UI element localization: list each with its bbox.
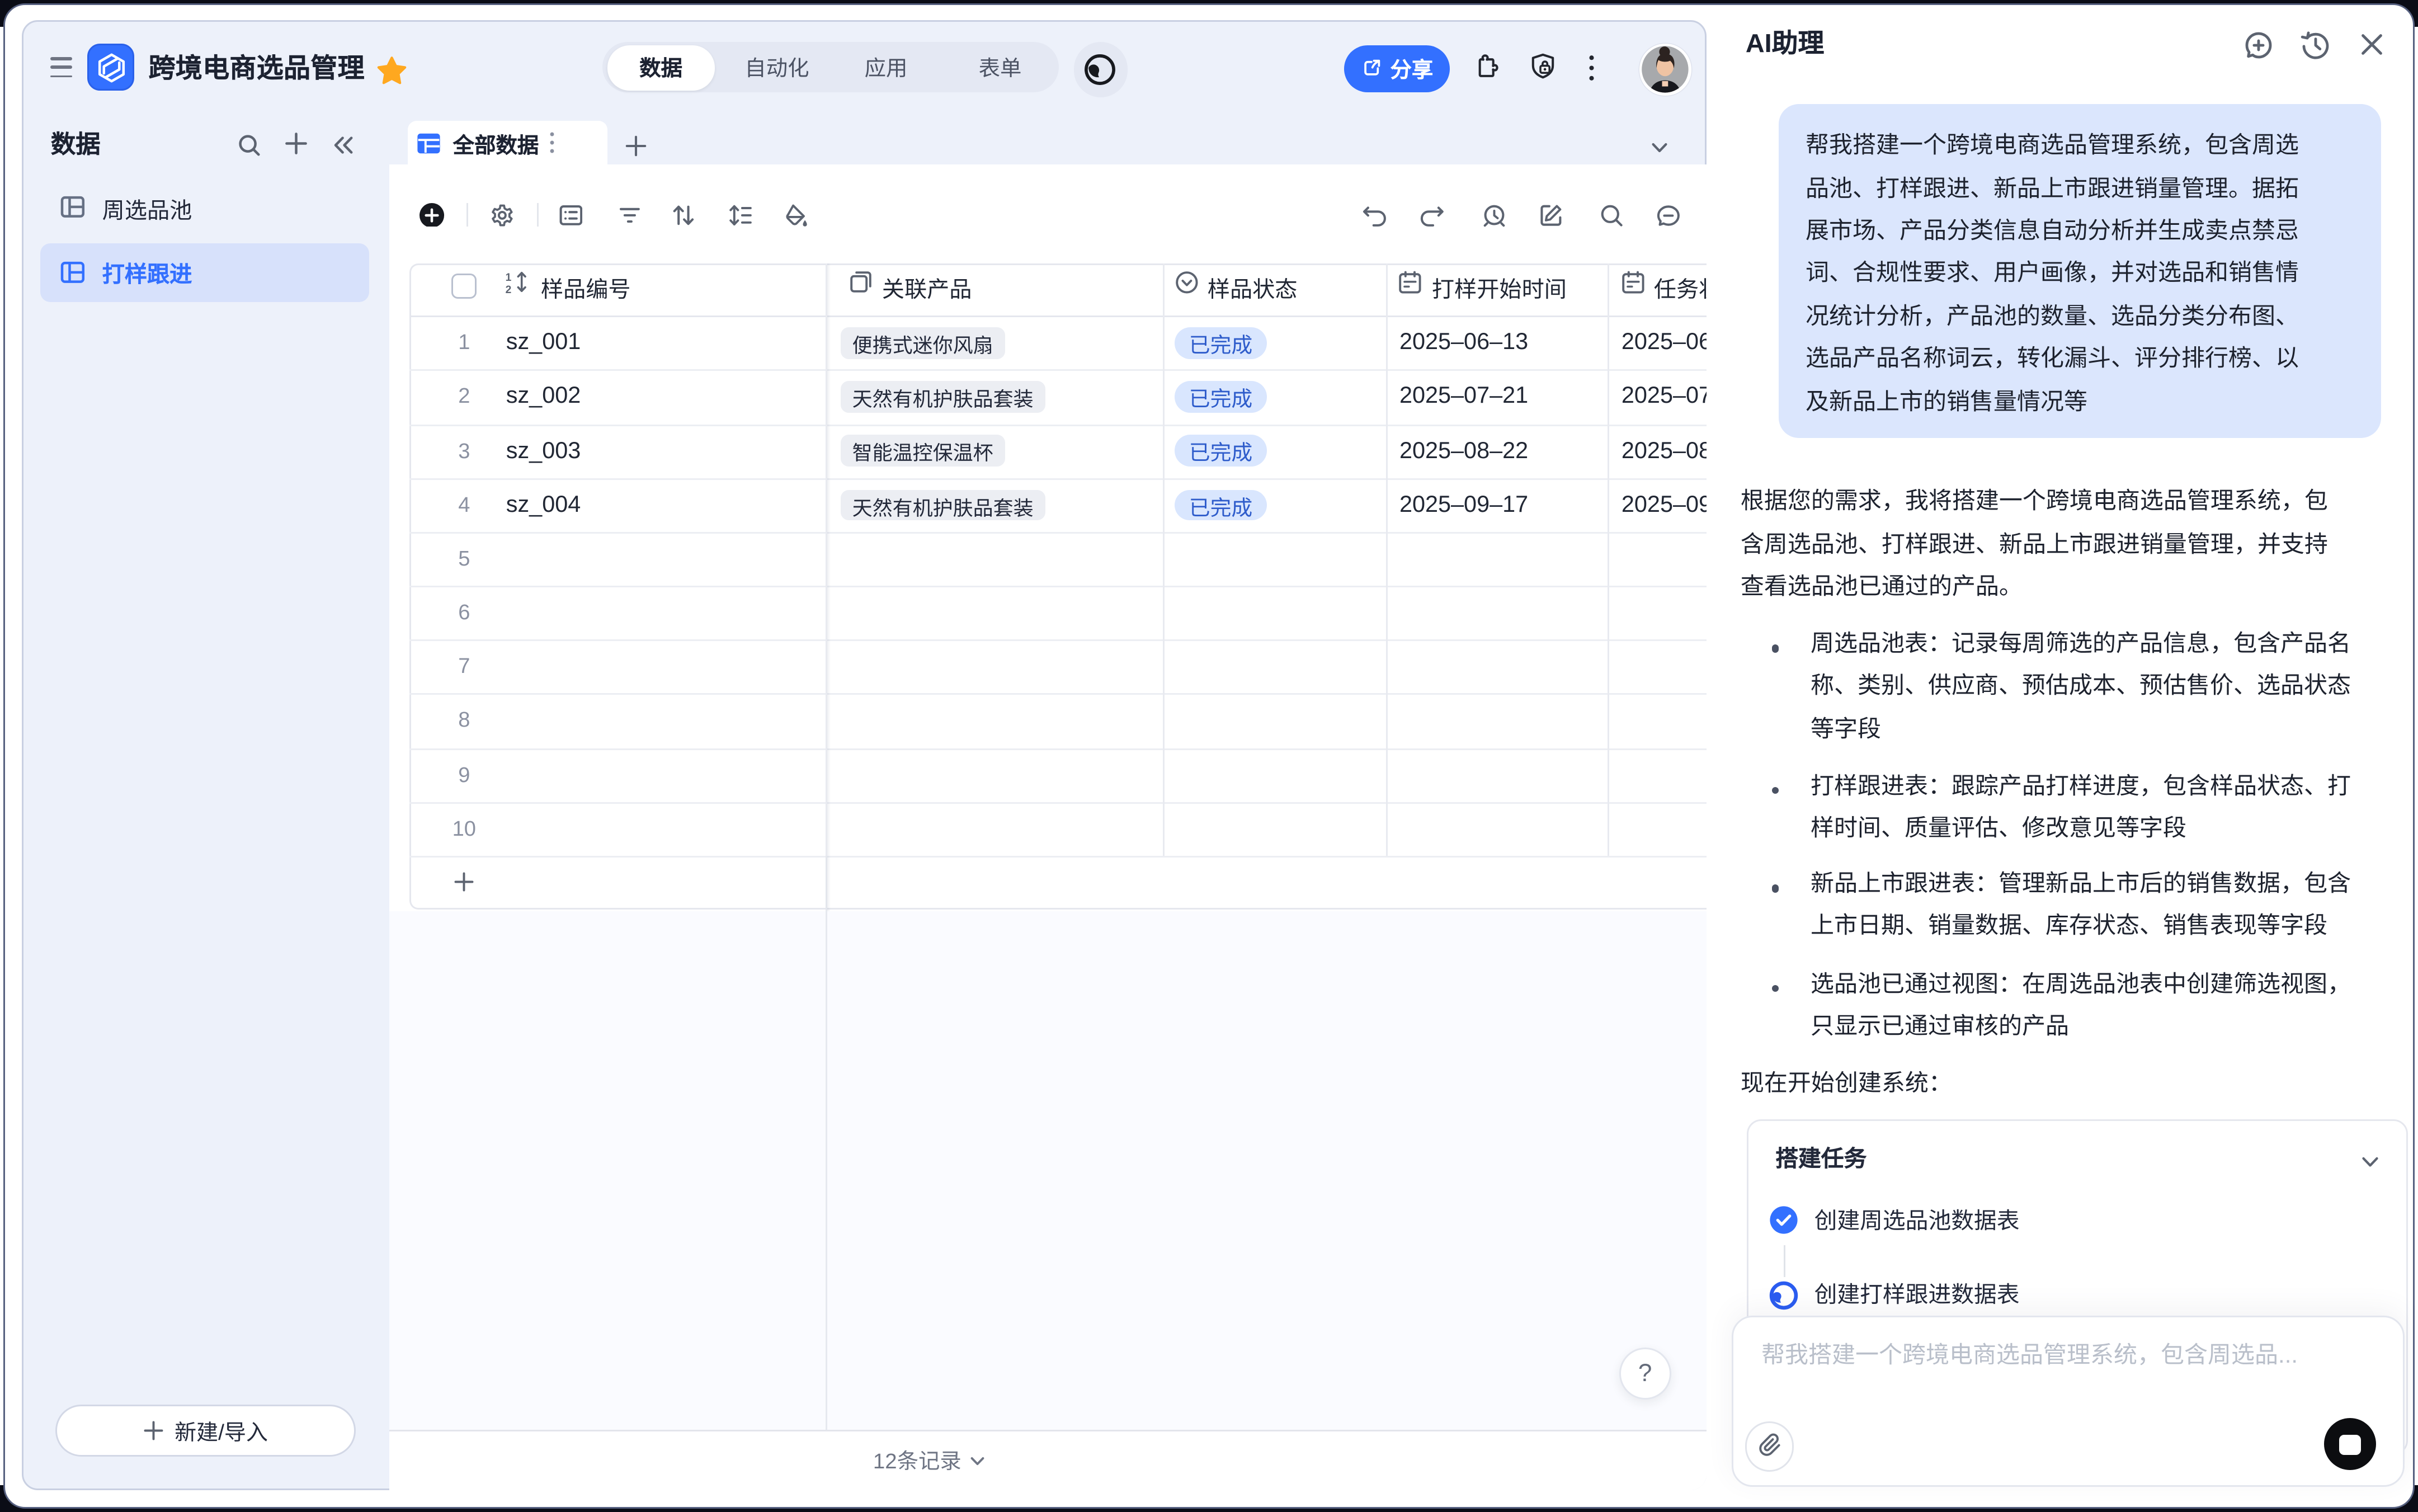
svg-text:2: 2 [506,285,512,294]
svg-text:1: 1 [506,272,512,284]
